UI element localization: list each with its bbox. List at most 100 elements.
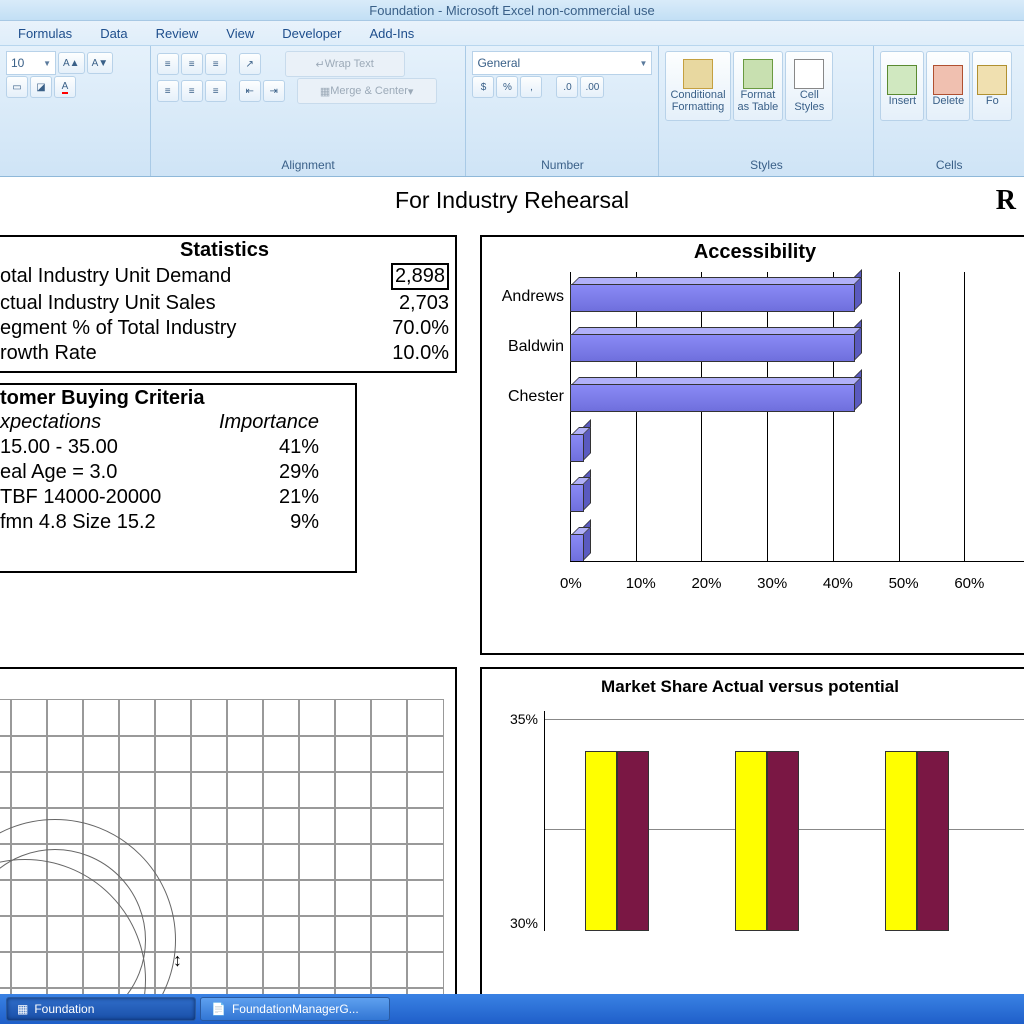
stat-value[interactable]: 2,898: [360, 262, 449, 291]
ribbon: 10▼ A▲ A▼ ▭ ◪ A ≡ ≡ ≡ ↗ ↵ Wrap Text: [0, 46, 1024, 177]
accessibility-chart-title: Accessibility: [490, 241, 1020, 264]
tab-data[interactable]: Data: [100, 26, 127, 41]
accessibility-chart-panel[interactable]: Accessibility Andrews Baldwin Chester 0%…: [480, 235, 1024, 655]
chart-tick-label: 60%: [954, 575, 1020, 592]
chart-bar-potential: [917, 751, 949, 931]
number-format-select[interactable]: General▼: [472, 51, 652, 75]
percent-button[interactable]: %: [496, 76, 518, 98]
decrease-font-button[interactable]: A▼: [87, 52, 114, 74]
chart-bar-chester: [570, 384, 855, 412]
decrease-decimal-button[interactable]: .00: [580, 76, 604, 98]
chart-gridlines: [570, 272, 1024, 562]
chart-tick-label: 30%: [490, 915, 538, 931]
stat-value[interactable]: 10.0%: [360, 341, 449, 366]
chart-bar-stub: [570, 534, 584, 562]
letter-R: R: [996, 185, 1016, 217]
criteria-header: tomer Buying Criteria: [0, 387, 349, 410]
stat-label: ctual Industry Unit Sales: [0, 291, 360, 316]
criteria-value[interactable]: 9%: [193, 510, 349, 535]
market-share-title: Market Share Actual versus potential: [490, 677, 1010, 697]
accessibility-chart: Andrews Baldwin Chester 0% 10% 20% 30%: [490, 272, 1024, 592]
align-left-button[interactable]: ≡: [157, 80, 179, 102]
criteria-label: 15.00 - 35.00: [0, 435, 193, 460]
stat-label: otal Industry Unit Demand: [0, 262, 360, 291]
worksheet-area[interactable]: For Industry Rehearsal R Statistics otal…: [0, 177, 1024, 1001]
align-right-button[interactable]: ≡: [205, 80, 227, 102]
chart-bar-stub: [570, 434, 584, 462]
align-middle-button[interactable]: ≡: [181, 53, 203, 75]
align-center-button[interactable]: ≡: [181, 80, 203, 102]
criteria-label: eal Age = 3.0: [0, 460, 193, 485]
chart-gridline: [545, 719, 1024, 720]
chart-x-axis: 0% 10% 20% 30% 40% 50% 60%: [570, 575, 1024, 592]
increase-decimal-button[interactable]: .0: [556, 76, 578, 98]
criteria-col-header: Importance: [193, 410, 349, 435]
decrease-indent-button[interactable]: ⇤: [239, 80, 261, 102]
chart-category-label: Baldwin: [490, 322, 570, 372]
criteria-panel: tomer Buying Criteria xpectationsImporta…: [0, 383, 357, 573]
chart-tick-label: 0%: [560, 575, 626, 592]
orientation-button[interactable]: ↗: [239, 53, 261, 75]
chart-bar-andrews: [570, 284, 855, 312]
currency-button[interactable]: $: [472, 76, 494, 98]
taskbar-item-foundation[interactable]: ▦Foundation: [6, 997, 196, 1021]
criteria-value[interactable]: 41%: [193, 435, 349, 460]
chart-tick-label: 40%: [823, 575, 889, 592]
tab-formulas[interactable]: Formulas: [18, 26, 72, 41]
group-label-styles: Styles: [665, 156, 867, 174]
conditional-formatting-button[interactable]: Conditional Formatting: [665, 51, 730, 121]
chart-plot-area: 0% 10% 20% 30% 40% 50% 60%: [570, 272, 1024, 592]
wrap-text-button[interactable]: ↵ Wrap Text: [285, 51, 405, 77]
fill-color-button[interactable]: ◪: [30, 76, 52, 98]
criteria-value[interactable]: 29%: [193, 460, 349, 485]
merge-center-button[interactable]: ▦ Merge & Center ▾: [297, 78, 437, 104]
comma-button[interactable]: ,: [520, 76, 542, 98]
criteria-value[interactable]: 21%: [193, 485, 349, 510]
market-share-panel[interactable]: Market Share Actual versus potential 35%…: [480, 667, 1024, 997]
criteria-label: TBF 14000-20000: [0, 485, 193, 510]
ribbon-group-number: General▼ $ % , .0 .00 Number: [466, 46, 659, 176]
group-label-alignment: Alignment: [157, 156, 460, 174]
chart-tick-label: 50%: [889, 575, 955, 592]
stat-value[interactable]: 2,703: [360, 291, 449, 316]
chart-tick-label: 30%: [757, 575, 823, 592]
cell-styles-button[interactable]: Cell Styles: [785, 51, 833, 121]
taskbar: ▦Foundation 📄FoundationManagerG...: [0, 994, 1024, 1024]
sheet-title: For Industry Rehearsal: [0, 187, 1024, 214]
format-as-table-button[interactable]: Format as Table: [733, 51, 784, 121]
align-bottom-button[interactable]: ≡: [205, 53, 227, 75]
font-size-select[interactable]: 10▼: [6, 51, 56, 75]
chart-tick-label: 10%: [626, 575, 692, 592]
format-button[interactable]: Fo: [972, 51, 1012, 121]
tab-addins[interactable]: Add-Ins: [370, 26, 415, 41]
tab-developer[interactable]: Developer: [282, 26, 341, 41]
chart-bar-actual: [885, 751, 917, 931]
font-color-button[interactable]: A: [54, 76, 76, 98]
stat-label: egment % of Total Industry: [0, 316, 360, 341]
tab-review[interactable]: Review: [156, 26, 199, 41]
pdf-icon: 📄: [211, 1002, 226, 1016]
stat-label: rowth Rate: [0, 341, 360, 366]
statistics-header: Statistics: [0, 239, 449, 262]
chart-category-labels: Andrews Baldwin Chester: [490, 272, 570, 592]
taskbar-item-foundationmanager[interactable]: 📄FoundationManagerG...: [200, 997, 390, 1021]
tab-view[interactable]: View: [226, 26, 254, 41]
group-label-font: [6, 170, 144, 174]
group-label-number: Number: [472, 156, 652, 174]
increase-indent-button[interactable]: ⇥: [263, 80, 285, 102]
chart-bar-baldwin: [570, 334, 855, 362]
border-button[interactable]: ▭: [6, 76, 28, 98]
increase-font-button[interactable]: A▲: [58, 52, 85, 74]
ribbon-group-styles: Conditional Formatting Format as Table C…: [659, 46, 874, 176]
chart-bar-potential: [617, 751, 649, 931]
statistics-panel: Statistics otal Industry Unit Demand2,89…: [0, 235, 457, 373]
perceptual-map-panel[interactable]: [0, 667, 457, 997]
chart-bar-actual: [585, 751, 617, 931]
chart-tick-label: 35%: [490, 711, 538, 727]
delete-button[interactable]: Delete: [926, 51, 970, 121]
delete-icon: [933, 65, 963, 95]
align-top-button[interactable]: ≡: [157, 53, 179, 75]
insert-button[interactable]: Insert: [880, 51, 924, 121]
stat-value[interactable]: 70.0%: [360, 316, 449, 341]
excel-icon: ▦: [17, 1002, 28, 1016]
